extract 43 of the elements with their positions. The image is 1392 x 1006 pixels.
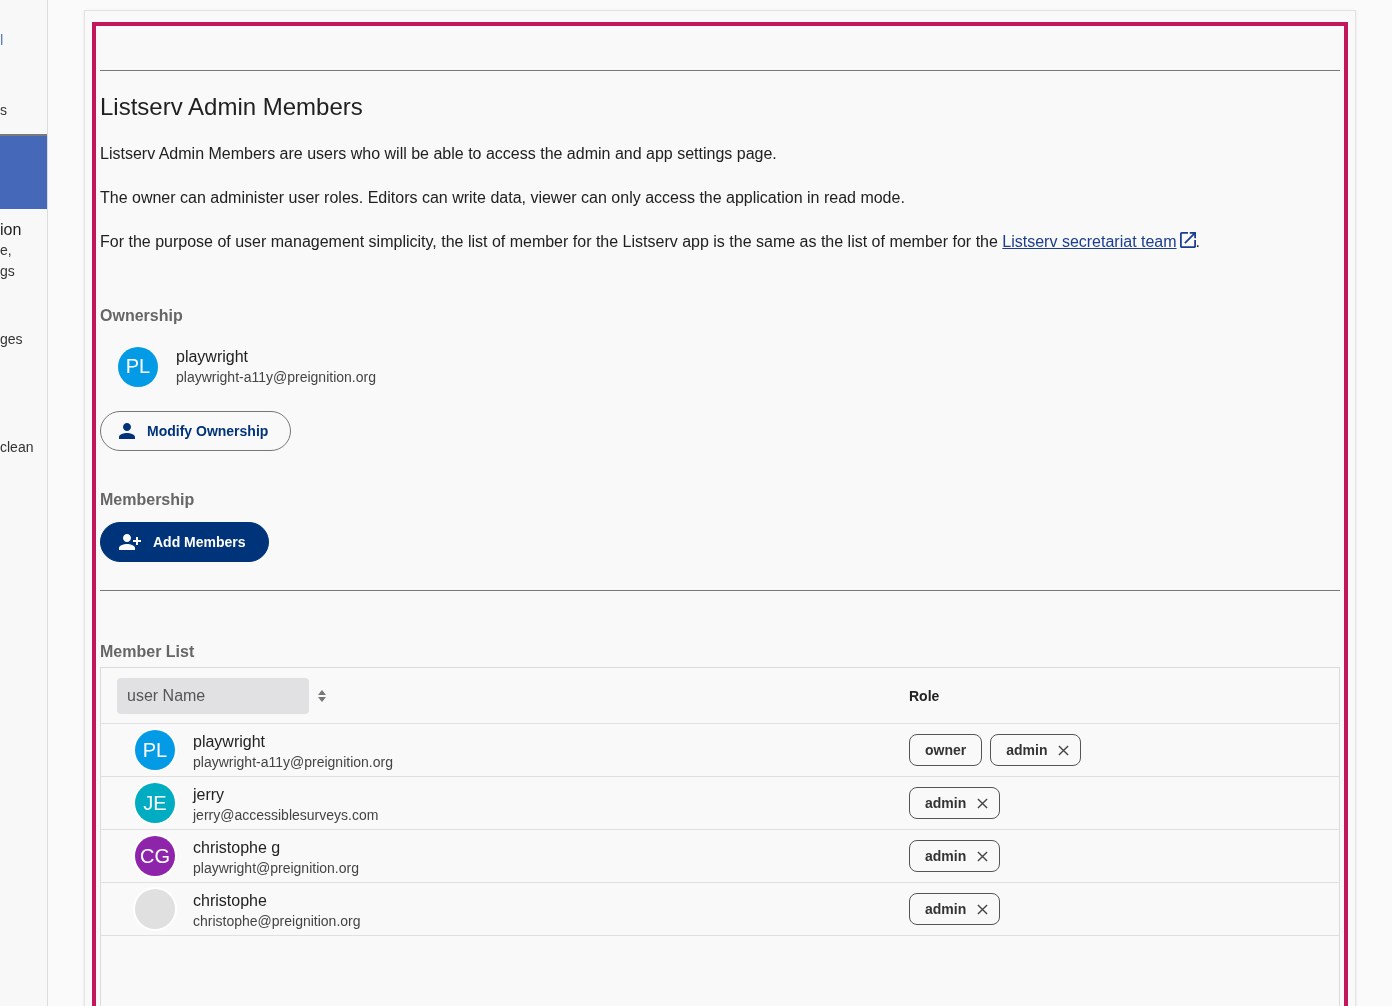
sidebar-item[interactable]: s xyxy=(0,100,47,120)
external-link-icon xyxy=(1179,232,1196,248)
user-email: playwright@preignition.org xyxy=(193,858,359,878)
user-name: christophe g xyxy=(193,837,282,858)
role-chip[interactable]: owner xyxy=(909,734,983,766)
user-name: playwright xyxy=(193,731,267,752)
user-name: christophe xyxy=(193,890,268,911)
close-icon[interactable] xyxy=(1058,744,1070,756)
add-members-button[interactable]: Add Members xyxy=(100,522,269,562)
sidebar-item[interactable]: ges xyxy=(0,329,47,349)
avatar: JE xyxy=(135,783,175,823)
description-text: For the purpose of user management simplicity, the list of member for the Listserv app is the same as the list of member for the Listserv secretariat team . xyxy=(100,231,1201,252)
user-email: jerry@accessiblesurveys.com xyxy=(193,805,379,825)
user-name: jerry xyxy=(193,784,226,805)
user-email: playwright-a11y@preignition.org xyxy=(176,368,376,387)
close-icon[interactable] xyxy=(977,903,989,915)
description-text: Listserv Admin Members are users who will be able to access the admin and app settings page. xyxy=(100,144,777,164)
section-heading: Membership xyxy=(100,490,195,510)
description-text: The owner can administer user roles. Editors can write data, viewer can only access the application in read mode. xyxy=(100,188,905,208)
role-chip[interactable]: admin xyxy=(990,734,1082,766)
section-heading: Member List xyxy=(100,642,195,662)
role-chip[interactable]: admin xyxy=(909,893,1001,925)
user-email: christophe@preignition.org xyxy=(193,911,361,931)
person-icon xyxy=(119,423,135,439)
column-header: Role xyxy=(909,687,940,704)
avatar: PL xyxy=(135,730,175,770)
avatar: CG xyxy=(135,836,175,876)
role-chip[interactable]: admin xyxy=(909,787,1001,819)
sort-icon[interactable] xyxy=(318,689,326,702)
close-icon[interactable] xyxy=(977,797,989,809)
sidebar-link[interactable]: l xyxy=(0,30,47,50)
role-chip[interactable]: admin xyxy=(909,840,1001,872)
close-icon[interactable] xyxy=(977,850,989,862)
user-email: playwright-a11y@preignition.org xyxy=(193,752,393,772)
section-heading: Ownership xyxy=(100,306,183,326)
user-name: playwright xyxy=(176,347,250,367)
avatar: PL xyxy=(118,346,158,387)
filter-field[interactable]: user Name xyxy=(117,677,309,714)
sidebar-item[interactable]: ion e, gs xyxy=(0,220,47,282)
sidebar-item[interactable]: clean xyxy=(0,437,47,457)
page-title: Listserv Admin Members xyxy=(100,92,363,122)
person-add-icon xyxy=(119,534,141,550)
secretariat-link[interactable]: Listserv secretariat team xyxy=(1002,233,1196,250)
